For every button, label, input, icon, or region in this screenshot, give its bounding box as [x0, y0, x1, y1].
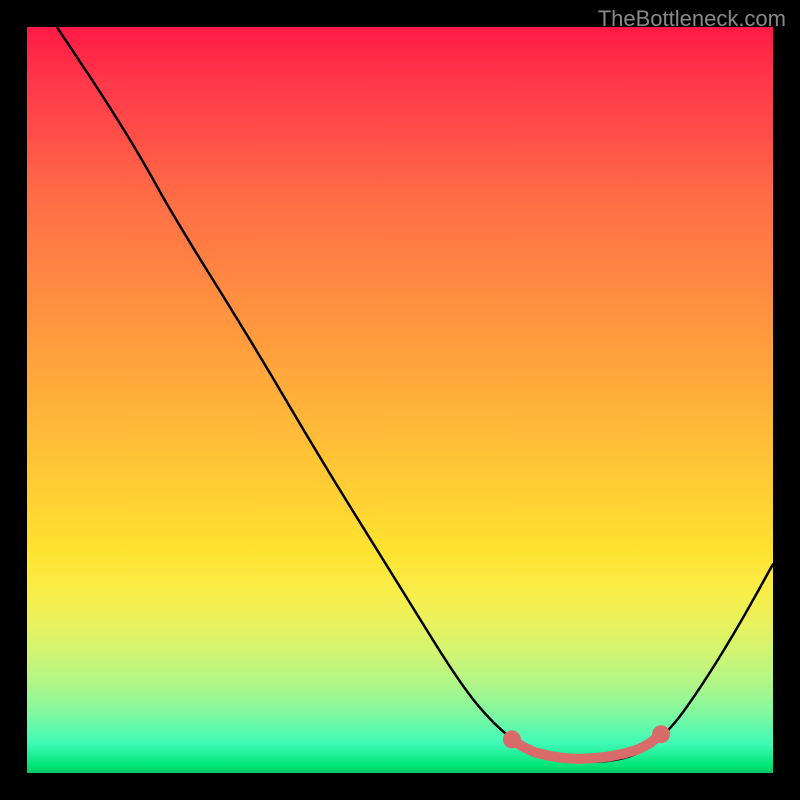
chart-svg: [27, 27, 773, 773]
trough-joint-dot: [656, 729, 666, 739]
trough-markers-group: [503, 725, 670, 764]
bottleneck-curve: [57, 27, 773, 762]
chart-area: [27, 27, 773, 773]
curve-group: [57, 27, 773, 762]
watermark-text: TheBottleneck.com: [598, 6, 786, 32]
